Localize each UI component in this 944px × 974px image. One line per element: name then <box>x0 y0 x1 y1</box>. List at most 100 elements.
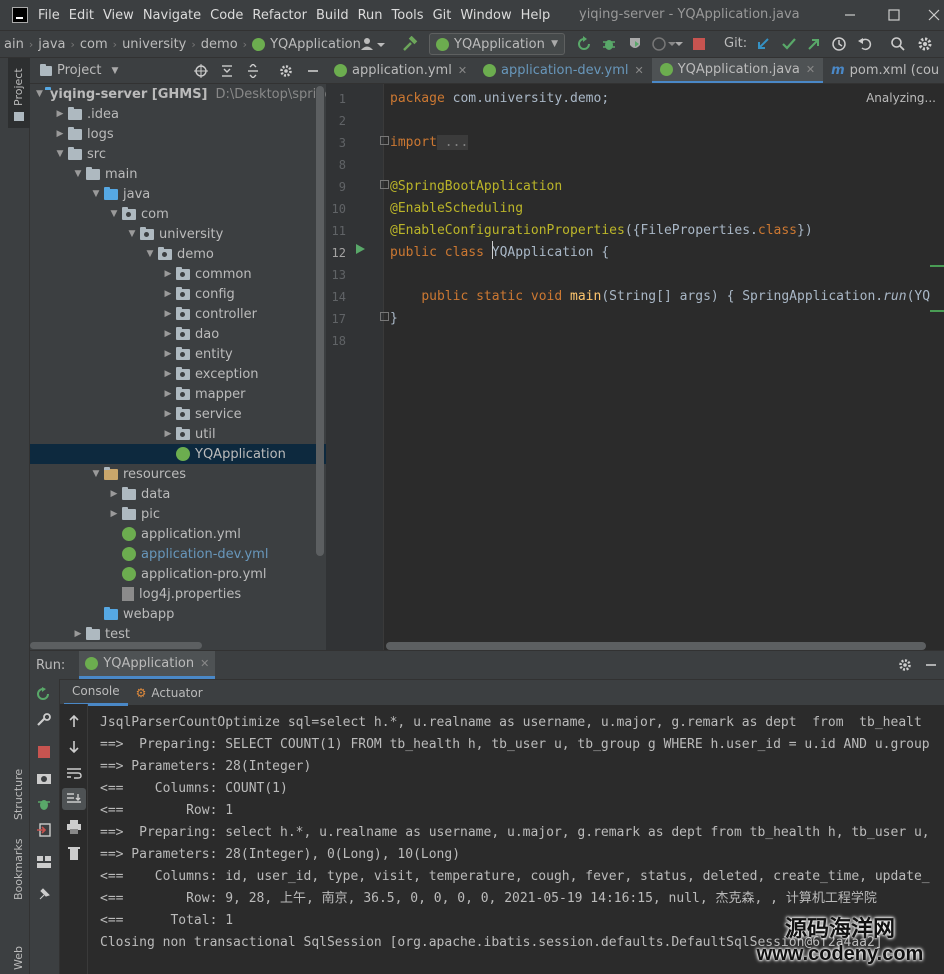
tab-console[interactable]: Console <box>64 680 128 706</box>
structure-tool-label[interactable]: Structure <box>12 769 25 820</box>
menu-tools[interactable]: Tools <box>392 8 424 23</box>
menu-git[interactable]: Git <box>433 8 452 23</box>
close-tab-icon[interactable]: ✕ <box>634 64 643 77</box>
close-tab-icon[interactable]: ✕ <box>458 64 467 77</box>
camera-dump-icon[interactable] <box>36 771 52 785</box>
run-tab-yqapplication[interactable]: YQApplication ✕ <box>79 651 216 679</box>
tree-item[interactable]: ▶ controller <box>30 304 326 324</box>
scroll-to-end-icon[interactable] <box>66 792 82 806</box>
minimize-icon[interactable] <box>842 7 858 23</box>
coverage-icon[interactable] <box>627 36 643 52</box>
tree-item[interactable]: ▶ entity <box>30 344 326 364</box>
tree-item[interactable]: ▼ main <box>30 164 326 184</box>
chevron-down-icon[interactable]: ▼ <box>126 229 138 239</box>
chevron-right-icon[interactable]: ▶ <box>162 309 174 319</box>
tree-item[interactable]: ▶ test <box>30 624 326 644</box>
stop-icon[interactable] <box>36 745 52 759</box>
chevron-right-icon[interactable]: ▶ <box>162 329 174 339</box>
tab-application-yml[interactable]: application.yml ✕ <box>326 58 475 83</box>
tree-item[interactable]: ▶ logs <box>30 124 326 144</box>
tree-item[interactable]: ▶ exception <box>30 364 326 384</box>
debug-bug-icon[interactable] <box>601 36 617 52</box>
tree-item[interactable]: ▶ pic <box>30 504 326 524</box>
menu-window[interactable]: Window <box>460 8 511 23</box>
run-gutter-icon[interactable] <box>356 244 365 254</box>
user-icon[interactable] <box>360 37 386 51</box>
close-run-tab-icon[interactable]: ✕ <box>200 657 209 670</box>
fold-marker[interactable] <box>380 180 389 189</box>
breadcrumb-com[interactable]: com <box>80 37 108 52</box>
locate-target-icon[interactable] <box>194 64 208 78</box>
chevron-right-icon[interactable]: ▶ <box>162 389 174 399</box>
search-icon[interactable] <box>890 36 906 52</box>
tree-item[interactable]: ▼ university <box>30 224 326 244</box>
web-tool-label[interactable]: Web <box>12 946 25 970</box>
close-tab-icon[interactable]: ✕ <box>806 63 815 76</box>
tree-item[interactable]: application-pro.yml <box>30 564 326 584</box>
chevron-right-icon[interactable]: ▶ <box>162 269 174 279</box>
close-window-icon[interactable] <box>926 7 942 23</box>
tree-item[interactable]: ▼ demo <box>30 244 326 264</box>
tree-item[interactable]: ▶ common <box>30 264 326 284</box>
chevron-right-icon[interactable]: ▶ <box>162 409 174 419</box>
tree-item[interactable]: ▼ yiqing-server [GHMS] D:\Desktop\springb <box>30 84 341 104</box>
breadcrumb-main[interactable]: ain <box>4 37 24 52</box>
tree-item[interactable]: ▶ util <box>30 424 326 444</box>
chevron-right-icon[interactable]: ▶ <box>162 369 174 379</box>
settings-gear-icon[interactable] <box>917 36 933 52</box>
wrench-icon[interactable] <box>36 713 52 727</box>
chevron-right-icon[interactable]: ▶ <box>162 289 174 299</box>
profile-icon[interactable] <box>651 36 675 52</box>
chevron-down-icon[interactable]: ▼ <box>90 189 102 199</box>
more-run-chevron-icon[interactable] <box>674 38 684 50</box>
tree-item[interactable]: YQApplication <box>30 444 326 464</box>
chevron-right-icon[interactable]: ▶ <box>162 349 174 359</box>
run-configuration-select[interactable]: YQApplication ▼ <box>429 33 565 55</box>
tree-item[interactable]: webapp <box>30 604 326 624</box>
tree-item[interactable]: application-dev.yml <box>30 544 326 564</box>
breadcrumb-demo[interactable]: demo <box>201 37 238 52</box>
tree-item[interactable]: ▶ .idea <box>30 104 326 124</box>
trash-clear-icon[interactable] <box>66 846 82 860</box>
project-settings-gear-icon[interactable] <box>279 64 293 78</box>
chevron-down-icon[interactable]: ▼ <box>54 149 66 159</box>
menu-view[interactable]: View <box>103 8 134 23</box>
menu-run[interactable]: Run <box>358 8 383 23</box>
soft-wrap-icon[interactable] <box>66 766 82 780</box>
menu-refactor[interactable]: Refactor <box>252 8 307 23</box>
print-icon[interactable] <box>66 820 82 834</box>
chevron-down-icon[interactable]: ▼ <box>36 89 43 99</box>
debug-bug-icon[interactable] <box>36 797 52 811</box>
editor-horizontal-scrollbar[interactable] <box>386 642 926 650</box>
breadcrumb-university[interactable]: university <box>122 37 186 52</box>
fold-marker[interactable] <box>380 136 389 145</box>
tab-yqapplication-java[interactable]: YQApplication.java ✕ <box>651 58 824 83</box>
git-push-icon[interactable] <box>806 36 822 52</box>
tree-item[interactable]: ▶ mapper <box>30 384 326 404</box>
fold-marker[interactable] <box>380 312 389 321</box>
rerun-icon[interactable] <box>576 36 592 52</box>
tree-item[interactable]: ▶ data <box>30 484 326 504</box>
tree-item[interactable]: application.yml <box>30 524 326 544</box>
hide-run-panel-icon[interactable] <box>924 658 938 672</box>
project-scrollbar[interactable] <box>316 86 324 556</box>
git-commit-check-icon[interactable] <box>781 36 797 52</box>
tree-item[interactable]: log4j.properties <box>30 584 326 604</box>
breadcrumb-java[interactable]: java <box>38 37 65 52</box>
arrow-up-icon[interactable] <box>66 714 82 728</box>
menu-navigate[interactable]: Navigate <box>143 8 201 23</box>
history-clock-icon[interactable] <box>831 36 847 52</box>
stop-icon[interactable] <box>692 37 706 51</box>
hide-panel-icon[interactable] <box>306 64 320 78</box>
breadcrumb-yqapplication[interactable]: YQApplication <box>270 37 361 52</box>
project-view-chevron-icon[interactable]: ▼ <box>111 66 118 76</box>
chevron-right-icon[interactable]: ▶ <box>108 489 120 499</box>
project-horizontal-scrollbar[interactable] <box>30 642 202 649</box>
maximize-icon[interactable] <box>886 7 902 23</box>
tab-pom-xml[interactable]: m pom.xml (cou <box>823 58 944 83</box>
tree-item[interactable]: ▶ config <box>30 284 326 304</box>
chevron-down-icon[interactable]: ▼ <box>72 169 84 179</box>
run-settings-gear-icon[interactable] <box>898 658 912 672</box>
build-hammer-icon[interactable] <box>402 36 418 52</box>
menu-code[interactable]: Code <box>210 8 243 23</box>
